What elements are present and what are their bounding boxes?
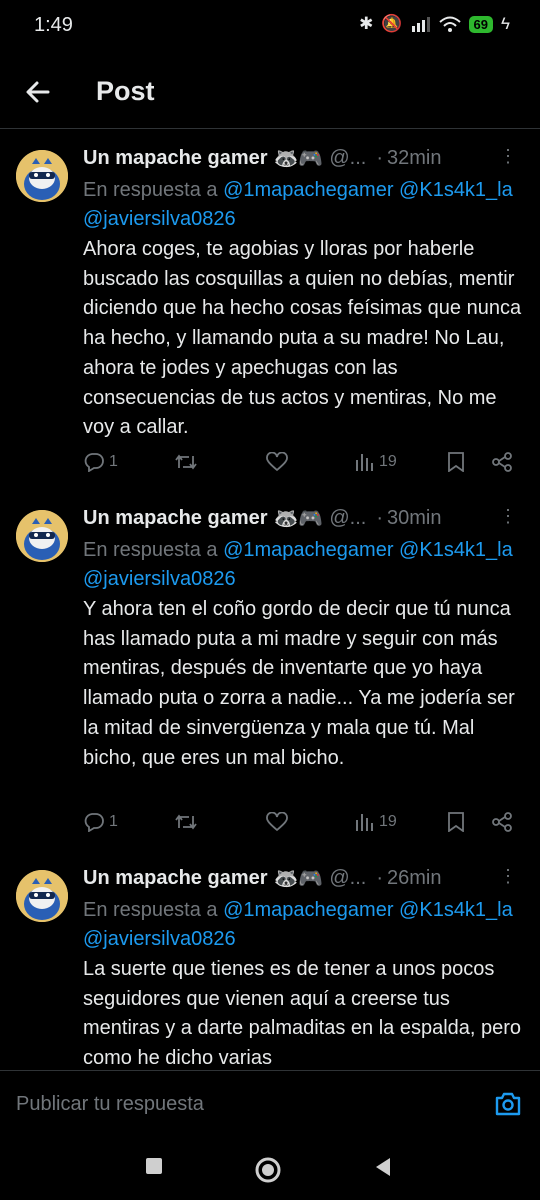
post-time[interactable]: 26min — [387, 867, 441, 890]
separator-dot: · — [376, 146, 383, 169]
mention-link[interactable]: @1mapachegamer — [223, 899, 393, 921]
reply-prefix: En respuesta a — [83, 179, 218, 201]
more-dots-icon[interactable]: ⋮ — [499, 146, 518, 167]
back-nav-button[interactable] — [372, 1156, 394, 1178]
post-time[interactable]: 32min — [387, 147, 441, 170]
post-text: Y ahora ten el coño gordo de decir que t… — [83, 598, 515, 769]
author-row: Un mapache gamer 🦝🎮 @... · 30min — [83, 503, 520, 533]
avatar[interactable] — [16, 870, 68, 922]
mention-link[interactable]: @javiersilva0826 — [83, 928, 236, 950]
mention-link[interactable]: @K1s4k1_la — [399, 539, 513, 561]
retweet-icon — [175, 454, 197, 470]
clock: 1:49 — [34, 14, 73, 36]
system-nav-bar — [0, 1138, 540, 1200]
signal-icon — [411, 17, 430, 32]
action-bar: 1 19 — [83, 452, 540, 482]
mention-link[interactable]: @K1s4k1_la — [399, 899, 513, 921]
retweet-button[interactable] — [174, 812, 198, 832]
share-button[interactable] — [491, 812, 513, 832]
arrow-left-icon[interactable] — [22, 76, 54, 108]
separator-dot: · — [376, 866, 383, 889]
reply-post[interactable]: Un mapache gamer 🦝🎮 @... · 30min ⋮ En re… — [0, 488, 540, 856]
post-text: La suerte que tienes es de tener a unos … — [83, 958, 522, 1070]
reply-context: En respuesta a @1mapachegamer @K1s4k1_la — [83, 175, 540, 205]
reply-post[interactable]: Un mapache gamer 🦝🎮 @... · 32min ⋮ En re… — [0, 128, 540, 496]
charging-icon: ϟ — [501, 14, 510, 33]
views-count: 19 — [379, 453, 397, 470]
mute-icon: 🔕 — [381, 14, 403, 33]
reply-prefix: En respuesta a — [83, 899, 218, 921]
views-button[interactable]: 19 — [355, 812, 397, 832]
reply-context-line2: @javiersilva0826 — [83, 924, 540, 954]
views-button[interactable]: 19 — [355, 452, 397, 472]
share-icon — [492, 452, 512, 472]
post-text: Ahora coges, te agobias y lloras por hab… — [83, 238, 522, 439]
reply-button[interactable]: 1 — [83, 452, 118, 472]
heart-icon — [266, 452, 288, 472]
retweet-icon — [175, 814, 197, 830]
reply-icon — [84, 453, 104, 472]
mention-link[interactable]: @1mapachegamer — [223, 179, 393, 201]
camera-icon[interactable] — [494, 1091, 522, 1117]
author-emoji: 🦝🎮 — [273, 867, 324, 890]
post-time[interactable]: 30min — [387, 507, 441, 530]
reply-post[interactable]: Un mapache gamer 🦝🎮 @... · 26min ⋮ En re… — [0, 848, 540, 1070]
author-handle[interactable]: @... — [329, 867, 366, 890]
reply-context: En respuesta a @1mapachegamer @K1s4k1_la — [83, 895, 540, 925]
reply-prefix: En respuesta a — [83, 539, 218, 561]
author-handle[interactable]: @... — [329, 507, 366, 530]
mention-link[interactable]: @javiersilva0826 — [83, 208, 236, 230]
heart-icon — [266, 812, 288, 832]
recent-apps-button[interactable] — [144, 1156, 164, 1176]
like-button[interactable] — [266, 812, 288, 832]
share-icon — [492, 812, 512, 832]
views-icon — [356, 454, 373, 471]
author-emoji: 🦝🎮 — [273, 507, 324, 530]
more-dots-icon[interactable]: ⋮ — [499, 866, 518, 887]
author-name[interactable]: Un mapache gamer — [83, 507, 268, 530]
action-bar: 1 19 — [83, 812, 540, 842]
author-name[interactable]: Un mapache gamer — [83, 147, 268, 170]
bluetooth-icon: ✱ — [359, 14, 374, 33]
page-title: Post — [96, 76, 155, 106]
author-row: Un mapache gamer 🦝🎮 @... · 32min — [83, 143, 520, 173]
mention-link[interactable]: @K1s4k1_la — [399, 179, 513, 201]
avatar[interactable] — [16, 150, 68, 202]
bookmark-button[interactable] — [447, 812, 465, 832]
more-dots-icon[interactable]: ⋮ — [499, 506, 518, 527]
home-button[interactable] — [254, 1156, 282, 1184]
mention-link[interactable]: @javiersilva0826 — [83, 568, 236, 590]
author-name[interactable]: Un mapache gamer — [83, 867, 268, 890]
retweet-button[interactable] — [174, 452, 198, 472]
author-handle[interactable]: @... — [329, 147, 366, 170]
page-header: Post — [0, 52, 540, 129]
battery-level: 69 — [468, 15, 493, 33]
reply-context: En respuesta a @1mapachegamer @K1s4k1_la — [83, 535, 540, 565]
like-button[interactable] — [266, 452, 288, 472]
bookmark-button[interactable] — [447, 452, 465, 472]
reply-context-line2: @javiersilva0826 — [83, 564, 540, 594]
reply-input[interactable]: Publicar tu respuesta — [16, 1093, 204, 1116]
mention-link[interactable]: @1mapachegamer — [223, 539, 393, 561]
reply-count: 1 — [109, 813, 118, 830]
separator-dot: · — [376, 506, 383, 529]
reply-count: 1 — [109, 453, 118, 470]
author-emoji: 🦝🎮 — [273, 147, 324, 170]
views-count: 19 — [379, 813, 397, 830]
reply-composer[interactable]: Publicar tu respuesta — [0, 1070, 540, 1139]
avatar[interactable] — [16, 510, 68, 562]
views-icon — [356, 814, 373, 831]
bookmark-icon — [448, 452, 464, 472]
reply-context-line2: @javiersilva0826 — [83, 204, 540, 234]
status-bar: 1:49 ✱ 🔕 69 ϟ — [0, 0, 540, 52]
bookmark-icon — [448, 812, 464, 832]
reply-icon — [84, 813, 104, 832]
status-icons: ✱ 🔕 69 ϟ — [359, 14, 510, 34]
reply-button[interactable]: 1 — [83, 812, 118, 832]
author-row: Un mapache gamer 🦝🎮 @... · 26min — [83, 863, 520, 893]
wifi-icon — [438, 16, 461, 32]
share-button[interactable] — [491, 452, 513, 472]
